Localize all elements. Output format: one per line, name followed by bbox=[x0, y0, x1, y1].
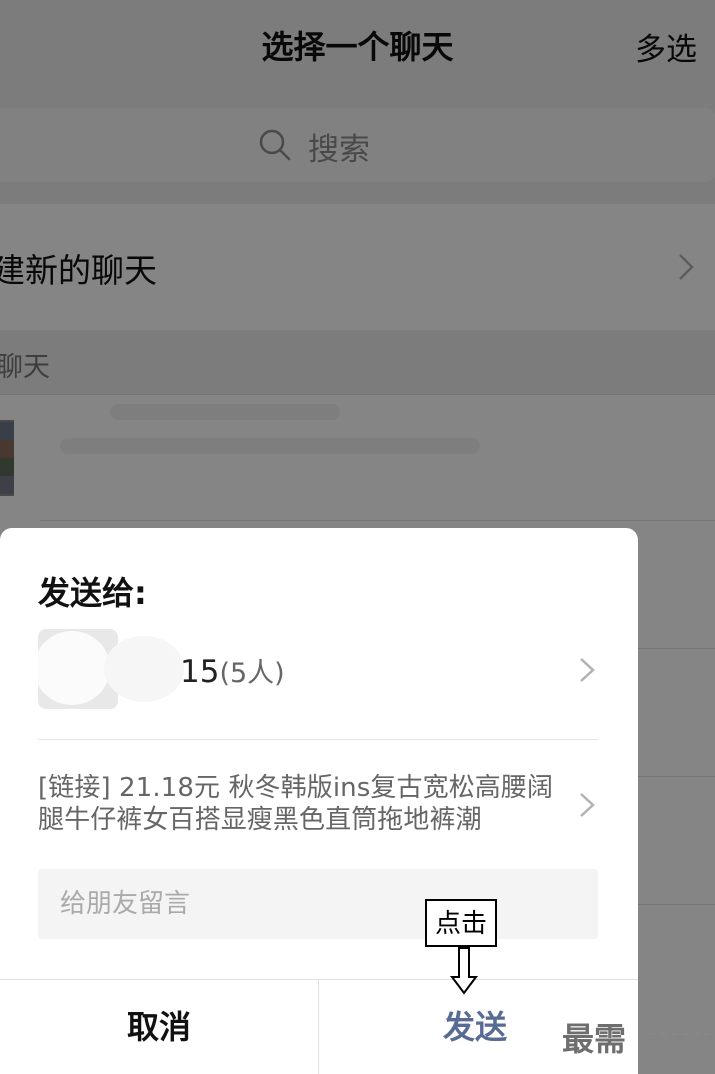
click-annotation: 点击 bbox=[425, 899, 497, 947]
watermark: 最需 bbox=[562, 1020, 627, 1058]
recipient-count: (5人) bbox=[219, 658, 285, 689]
message-input[interactable] bbox=[38, 869, 598, 939]
arrow-down-icon bbox=[450, 947, 478, 995]
send-dialog: 发送给: 15(5人) [链接] 21.18元 秋冬韩版ins复古宽松高腰阔腿牛… bbox=[0, 528, 638, 1074]
blurred-recipient-name bbox=[104, 636, 184, 702]
dialog-divider bbox=[38, 739, 598, 740]
share-screen: 选择一个聊天 多选 搜索 建新的聊天 聊天 发送给: 15(5人) [链接] 2… bbox=[0, 0, 715, 1074]
recipient-name-text: 15 bbox=[180, 654, 220, 690]
shared-link-text[interactable]: [链接] 21.18元 秋冬韩版ins复古宽松高腰阔腿牛仔裤女百搭显瘦黑色直筒拖… bbox=[38, 772, 568, 836]
chevron-right-icon bbox=[580, 793, 595, 817]
dialog-title: 发送给: bbox=[38, 574, 147, 612]
cancel-button[interactable]: 取消 bbox=[0, 980, 318, 1074]
chevron-right-icon bbox=[580, 658, 595, 682]
watermark-line bbox=[650, 1033, 710, 1038]
recipient-name[interactable]: 15(5人) bbox=[180, 651, 285, 690]
